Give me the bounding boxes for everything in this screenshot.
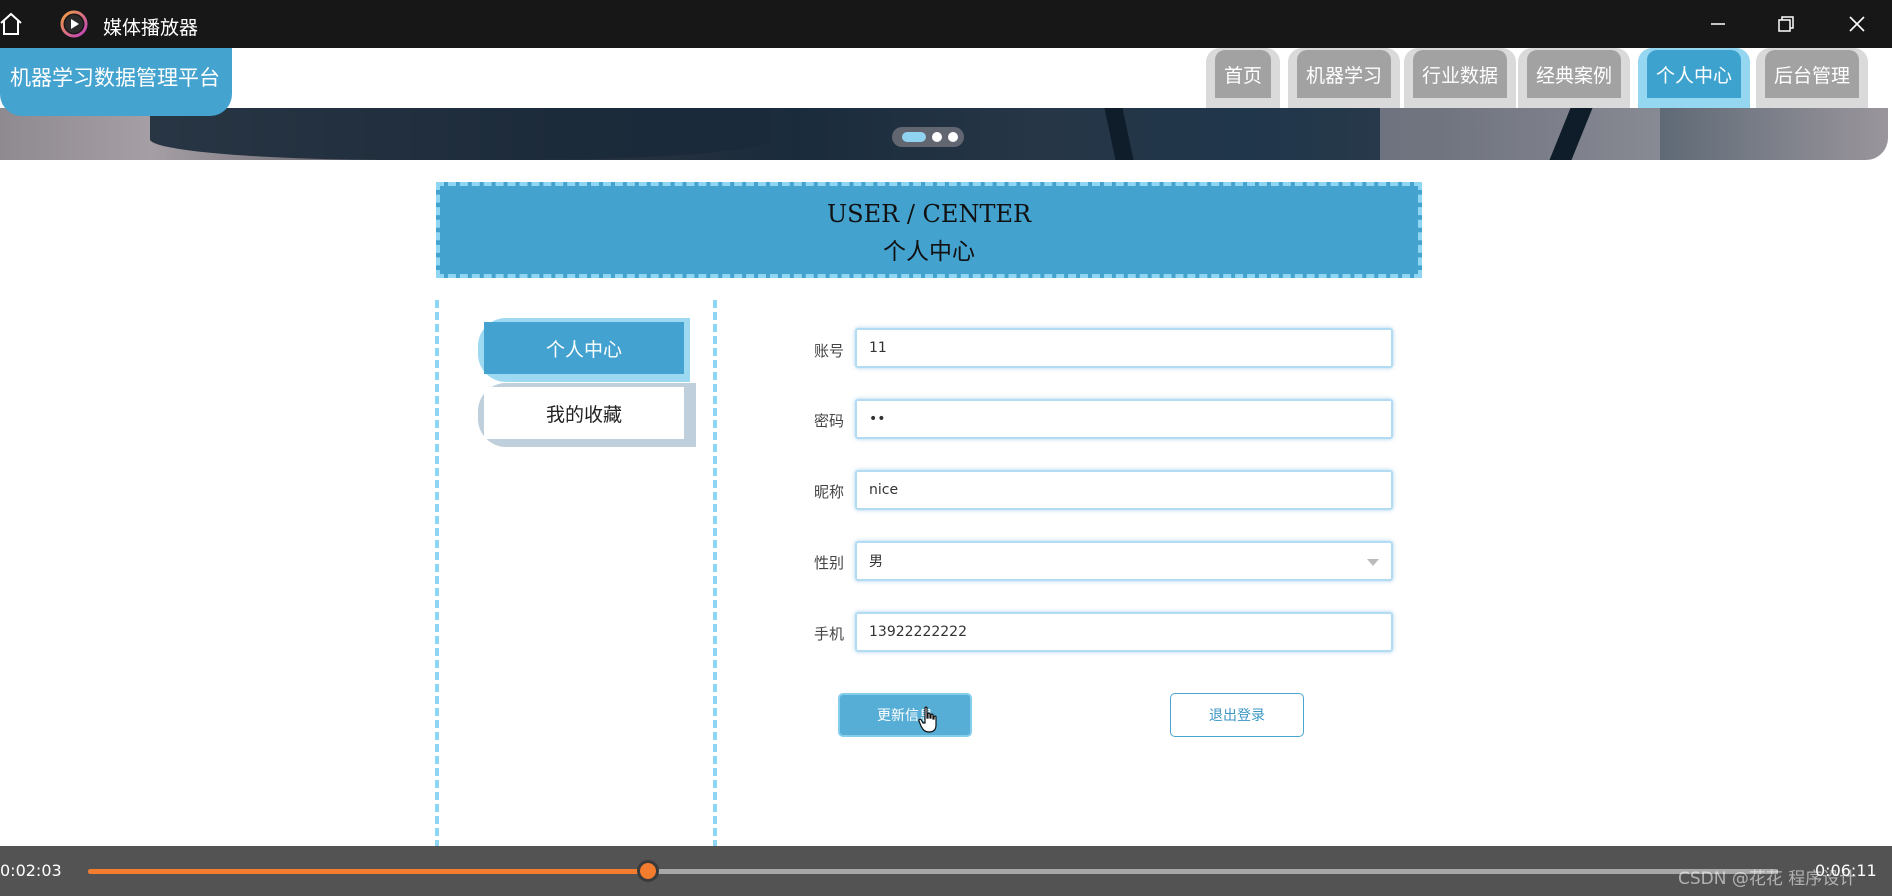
carousel-dot-2[interactable] — [932, 132, 942, 142]
chevron-down-icon[interactable] — [1367, 559, 1379, 566]
seek-bar[interactable] — [88, 869, 1778, 874]
sidebar-item-label: 个人中心 — [484, 322, 684, 374]
gender-select[interactable]: 男 — [855, 541, 1393, 581]
section-title-en: USER / CENTER — [826, 200, 1032, 228]
banner-image-shape — [1104, 108, 1134, 160]
nav-user-center-label: 个人中心 — [1647, 50, 1741, 98]
account-field[interactable]: 11 — [855, 328, 1393, 368]
carousel-dot-1[interactable] — [902, 132, 926, 142]
total-time: 0:06:11 — [1815, 861, 1877, 880]
nav-machine-learning[interactable]: 机器学习 — [1288, 48, 1400, 108]
gender-select-value: 男 — [869, 554, 883, 570]
nav-admin-label: 后台管理 — [1765, 50, 1859, 98]
nav-classic-cases[interactable]: 经典案例 — [1518, 48, 1630, 108]
logout-button[interactable]: 退出登录 — [1170, 693, 1304, 737]
window-titlebar: 媒体播放器 — [0, 0, 1892, 48]
update-info-button[interactable]: 更新信息 — [838, 693, 972, 737]
section-title-cn: 个人中心 — [883, 239, 975, 265]
nav-user-center[interactable]: 个人中心 — [1638, 48, 1750, 108]
section-title-box: USER / CENTER 个人中心 — [436, 182, 1422, 278]
nav-industry-data[interactable]: 行业数据 — [1404, 48, 1516, 108]
nav-classic-cases-label: 经典案例 — [1527, 50, 1621, 98]
banner-image-shape — [1380, 108, 1660, 160]
sidebar-item-favorites[interactable]: 我的收藏 — [478, 383, 696, 447]
carousel-dot-3[interactable] — [948, 132, 958, 142]
phone-label: 手机 — [814, 625, 845, 643]
restore-icon[interactable] — [1774, 12, 1798, 36]
sidebar-border-right — [713, 300, 717, 896]
media-player-bar: 0:02:03 CSDN @花花 程序设计 0:06:11 — [0, 846, 1892, 896]
home-icon[interactable] — [0, 12, 22, 36]
phone-field[interactable]: 13922222222 — [855, 612, 1393, 652]
nickname-field[interactable]: nice — [855, 470, 1393, 510]
site-logo[interactable]: 机器学习数据管理平台 — [0, 40, 232, 116]
carousel-indicators — [892, 127, 964, 147]
seek-bar-progress — [88, 869, 649, 874]
password-label: 密码 — [814, 412, 845, 430]
close-icon[interactable] — [1845, 12, 1869, 36]
password-field[interactable]: •• — [855, 399, 1393, 439]
window-title: 媒体播放器 — [103, 17, 199, 39]
site-header: 机器学习数据管理平台 首页 机器学习 行业数据 经典案例 个人中心 后台管理 — [0, 40, 1892, 116]
media-player-icon — [60, 10, 88, 38]
sidebar-border-left — [435, 300, 439, 896]
banner-image-shape — [150, 108, 770, 160]
nav-home[interactable]: 首页 — [1206, 48, 1280, 108]
sidebar-item-label: 我的收藏 — [484, 387, 684, 439]
gender-label: 性别 — [814, 554, 845, 572]
minimize-icon[interactable] — [1706, 12, 1730, 36]
seek-bar-thumb[interactable] — [637, 860, 660, 882]
nav-industry-data-label: 行业数据 — [1413, 50, 1507, 98]
nickname-label: 昵称 — [814, 483, 845, 501]
account-label: 账号 — [814, 342, 845, 360]
banner-carousel — [0, 108, 1888, 160]
nav-machine-learning-label: 机器学习 — [1297, 50, 1391, 98]
hand-cursor-icon — [918, 706, 937, 733]
nav-home-label: 首页 — [1215, 50, 1271, 98]
current-time: 0:02:03 — [0, 861, 62, 880]
sidebar-item-profile[interactable]: 个人中心 — [478, 318, 690, 382]
nav-admin[interactable]: 后台管理 — [1756, 48, 1868, 108]
site-logo-text: 机器学习数据管理平台 — [10, 66, 220, 90]
